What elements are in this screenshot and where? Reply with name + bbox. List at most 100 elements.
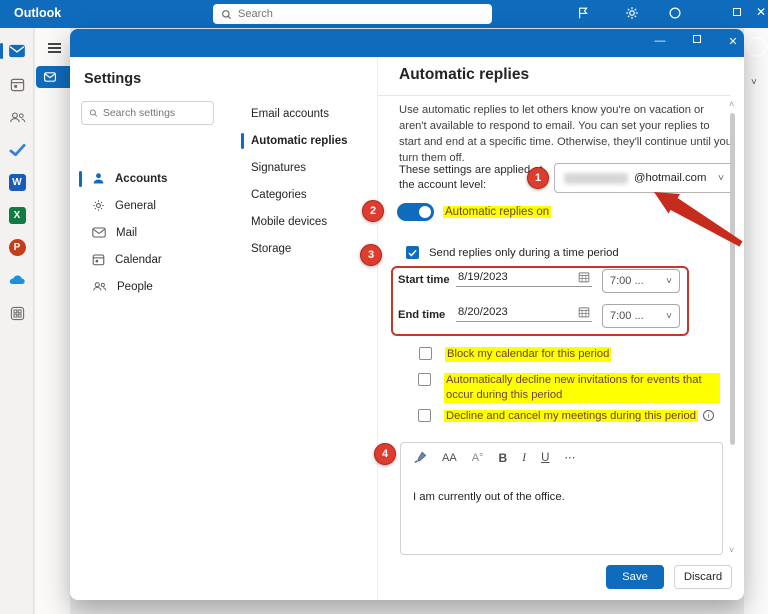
sidebar-item-general[interactable]: General [70,192,235,219]
sidebar-item-mail[interactable]: Mail [70,219,235,246]
tab-storage[interactable]: Storage [235,235,377,262]
tab-mobile-devices[interactable]: Mobile devices [235,208,377,235]
save-button[interactable]: Save [606,565,664,589]
reply-message-editor[interactable]: AA A° B I U ⋯ I am currently out of the … [400,442,723,555]
word-icon: W [9,174,26,191]
toggle-knob [419,206,431,218]
end-time-value: 7:00 ... [610,310,644,322]
tab-label: Storage [251,243,291,255]
tab-email-accounts[interactable]: Email accounts [235,100,377,127]
start-time-value: 7:00 ... [610,275,644,287]
active-indicator [241,133,244,149]
page-title: Automatic replies [399,66,529,84]
tab-signatures[interactable]: Signatures [235,154,377,181]
end-date-value: 8/20/2023 [458,306,508,318]
window-close-button[interactable]: ✕ [753,5,768,19]
account-ring-icon[interactable] [668,6,682,25]
settings-search-input[interactable] [103,107,206,119]
sidebar-item-label: Mail [116,227,137,239]
end-time-dropdown[interactable]: 7:00 ... ˅ [602,304,680,328]
dialog-maximize-button[interactable] [688,34,706,46]
chevron-down-icon[interactable]: ˅ [751,77,757,88]
font-icon[interactable]: AA [442,452,457,464]
format-painter-icon[interactable] [413,451,427,464]
rail-word[interactable]: W [0,169,34,195]
settings-dialog: — ✕ Settings Accounts General Mail [70,29,744,600]
annotation-arrow [638,182,744,257]
more-formatting-icon[interactable]: ⋯ [564,451,575,464]
window-maximize-button[interactable] [729,5,745,19]
sidebar-item-people[interactable]: People [70,273,235,300]
window-background-strip-right [744,28,768,614]
end-date-field[interactable]: 8/20/2023 [456,306,592,322]
underline-icon[interactable]: U [541,452,549,464]
dialog-minimize-button[interactable]: — [651,35,669,47]
info-icon[interactable]: i [703,410,714,421]
start-time-dropdown[interactable]: 7:00 ... ˅ [602,269,680,293]
rail-selected-indicator [0,43,3,59]
discard-button[interactable]: Discard [674,565,732,589]
decline-invitations-checkbox[interactable] [418,373,431,386]
people-icon [9,111,26,124]
new-mail-button[interactable] [36,66,70,88]
envelope-icon [92,227,106,238]
annotation-circle-3: 3 [360,244,382,266]
settings-search[interactable] [81,101,214,125]
rail-powerpoint[interactable]: P [0,234,34,260]
tab-categories[interactable]: Categories [235,181,377,208]
option-label: Decline and cancel my meetings during th… [444,410,698,422]
automatic-replies-toggle[interactable] [397,203,434,221]
global-search-input[interactable] [238,8,484,20]
rail-excel[interactable]: X [0,202,34,228]
time-period-label: Send replies only during a time period [429,247,619,259]
option-label: Block my calendar for this period [445,347,611,362]
decline-meetings-checkbox[interactable] [418,409,431,422]
flag-icon[interactable] [577,6,591,25]
font-size-icon[interactable]: A° [472,452,484,464]
app-title: Outlook [14,6,61,20]
scroll-up-arrow[interactable]: ˄ [729,99,734,109]
calendar-icon [10,77,25,92]
dialog-titlebar: — ✕ [70,29,744,57]
block-calendar-checkbox[interactable] [419,347,432,360]
todo-check-icon [9,143,26,157]
rail-todo[interactable] [0,137,34,163]
settings-gear-icon[interactable] [625,6,639,25]
bold-icon[interactable]: B [498,451,507,465]
powerpoint-icon: P [9,239,26,256]
hamburger-menu-icon[interactable] [48,43,61,53]
start-date-value: 8/19/2023 [458,271,508,283]
check-icon [408,249,417,257]
apps-grid-icon [10,306,25,321]
option-block-calendar: Block my calendar for this period [419,347,611,362]
italic-icon[interactable]: I [522,450,526,465]
tab-label: Email accounts [251,108,329,120]
settings-nav: Settings Accounts General Mail Calendar [70,57,235,600]
start-date-field[interactable]: 8/19/2023 [456,271,592,287]
rail-mail[interactable] [0,38,34,64]
rail-onedrive[interactable] [0,267,34,293]
settings-title: Settings [84,71,141,87]
person-icon [92,172,105,185]
scroll-down-arrow[interactable]: ˅ [729,545,734,555]
sidebar-item-accounts[interactable]: Accounts [70,165,235,192]
end-time-label: End time [398,309,445,321]
new-mail-envelope-icon [44,72,56,82]
tab-label: Categories [251,189,307,201]
start-time-label: Start time [398,274,450,286]
rail-calendar[interactable] [0,71,34,97]
time-period-row: Send replies only during a time period [406,246,619,259]
onedrive-cloud-icon [8,274,26,286]
sidebar-item-calendar[interactable]: Calendar [70,246,235,273]
calendar-picker-icon[interactable] [578,271,590,283]
rail-people[interactable] [0,104,34,130]
editor-toolbar: AA A° B I U ⋯ [413,450,575,465]
rail-apps[interactable] [0,300,34,326]
scrollbar[interactable] [730,113,735,445]
global-search[interactable] [213,4,492,24]
tab-automatic-replies[interactable]: Automatic replies [235,127,377,154]
calendar-picker-icon[interactable] [578,306,590,318]
reply-message-text[interactable]: I am currently out of the office. [413,491,565,503]
dialog-close-button[interactable]: ✕ [724,35,742,48]
time-period-checkbox[interactable] [406,246,419,259]
